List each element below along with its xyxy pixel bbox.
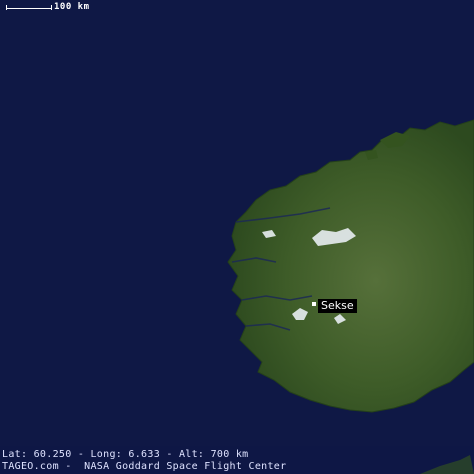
scale-tick-right <box>51 5 52 10</box>
coordinates-readout: Lat: 60.250 - Long: 6.633 - Alt: 700 km <box>2 449 249 460</box>
credit-line: TAGEO.com - NASA Goddard Space Flight Ce… <box>2 461 287 472</box>
scale-tick-left <box>6 5 7 10</box>
place-marker[interactable] <box>312 302 316 306</box>
satellite-map[interactable]: 100 km Sekse Lat: 60.250 - Long: 6.633 -… <box>0 0 474 474</box>
terrain-layer <box>0 0 474 474</box>
place-label[interactable]: Sekse <box>318 299 357 313</box>
scale-label: 100 km <box>54 2 90 12</box>
scale-line <box>6 8 52 9</box>
